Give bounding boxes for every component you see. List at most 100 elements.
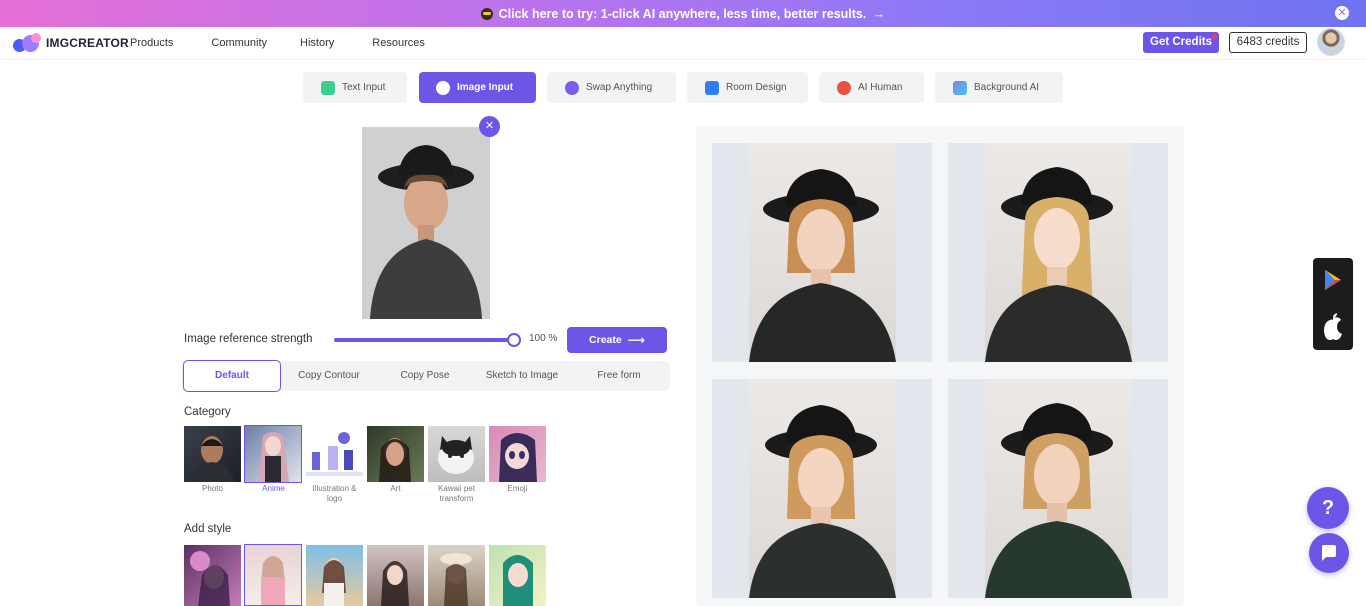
menu-community[interactable]: Community bbox=[211, 37, 267, 49]
tab-label: Background AI bbox=[974, 82, 1040, 93]
strength-value: 100 % bbox=[529, 333, 558, 344]
human-icon bbox=[837, 80, 851, 95]
category-label: Kawaii pet transform bbox=[438, 484, 475, 503]
style-item-selected[interactable] bbox=[244, 544, 302, 606]
tab-background-ai[interactable]: Background AI bbox=[935, 72, 1063, 103]
slider-fill bbox=[334, 338, 514, 342]
style-thumbnail bbox=[503, 555, 533, 606]
result-image[interactable] bbox=[749, 143, 896, 362]
category-label: Illustration & logo bbox=[312, 484, 357, 503]
tab-label: AI Human bbox=[858, 82, 903, 93]
mode-copy-pose[interactable]: Copy Pose bbox=[378, 361, 472, 391]
anime-portrait bbox=[749, 405, 896, 598]
mode-free-form[interactable]: Free form bbox=[572, 361, 666, 391]
logo-icon bbox=[13, 33, 42, 53]
house-icon bbox=[705, 80, 719, 95]
category-kawaii-pet[interactable] bbox=[428, 426, 485, 482]
style-item[interactable] bbox=[306, 545, 363, 606]
menu-resources[interactable]: Resources bbox=[372, 37, 425, 49]
emoji-thumbnail bbox=[499, 433, 537, 482]
chat-icon bbox=[1322, 545, 1336, 561]
tab-image-input[interactable]: Image Input bbox=[419, 72, 536, 103]
category-anime[interactable] bbox=[244, 425, 302, 483]
tab-label: Text Input bbox=[342, 82, 386, 93]
mode-default[interactable]: Default bbox=[183, 360, 281, 392]
result-card[interactable] bbox=[712, 143, 932, 362]
results-panel bbox=[696, 126, 1184, 606]
bee-icon bbox=[480, 7, 493, 20]
style-thumbnail bbox=[190, 551, 230, 606]
mode-selector: Default Copy Contour Copy Pose Sketch to… bbox=[182, 360, 670, 392]
chat-button[interactable] bbox=[1309, 533, 1349, 573]
close-banner-icon[interactable]: ✕ bbox=[1335, 6, 1349, 20]
user-avatar[interactable] bbox=[1317, 28, 1345, 56]
style-thumbnail bbox=[261, 555, 285, 605]
tab-text-input[interactable]: Text Input bbox=[303, 72, 407, 103]
get-credits-button[interactable]: Get Credits bbox=[1143, 32, 1219, 53]
promo-text[interactable]: Click here to try: 1-click AI anywhere, … bbox=[499, 7, 867, 21]
remove-image-button[interactable]: ✕ bbox=[479, 116, 500, 137]
anime-thumbnail bbox=[259, 432, 289, 482]
style-item[interactable] bbox=[184, 545, 241, 606]
mode-sketch-to-image[interactable]: Sketch to Image bbox=[474, 361, 570, 391]
result-card[interactable] bbox=[948, 379, 1168, 598]
anime-portrait bbox=[749, 169, 896, 362]
anime-portrait bbox=[985, 403, 1132, 598]
style-thumbnail bbox=[381, 561, 409, 606]
slider-handle[interactable] bbox=[507, 333, 521, 347]
style-thumbnail bbox=[322, 558, 346, 606]
style-item[interactable] bbox=[428, 545, 485, 606]
tab-label: Image Input bbox=[457, 82, 514, 93]
style-thumbnail bbox=[440, 553, 472, 606]
category-illustration[interactable] bbox=[306, 426, 363, 482]
app-download-panel bbox=[1313, 258, 1353, 350]
question-icon: ? bbox=[1321, 497, 1335, 519]
google-play-icon[interactable] bbox=[1325, 270, 1341, 290]
help-button[interactable]: ? bbox=[1307, 487, 1349, 529]
result-image[interactable] bbox=[985, 379, 1132, 598]
logo-text: IMGCREATOR bbox=[46, 36, 129, 50]
tab-swap-anything[interactable]: Swap Anything bbox=[547, 72, 676, 103]
credits-balance[interactable]: 6483 credits bbox=[1229, 32, 1307, 53]
promo-banner[interactable]: Click here to try: 1-click AI anywhere, … bbox=[0, 0, 1366, 27]
result-image[interactable] bbox=[985, 143, 1132, 362]
category-label: Photo bbox=[202, 484, 223, 493]
mode-copy-contour[interactable]: Copy Contour bbox=[282, 361, 376, 391]
category-label: Emoji bbox=[507, 484, 528, 493]
pet-thumbnail bbox=[438, 436, 474, 474]
notification-dot bbox=[1212, 34, 1217, 39]
tab-label: Swap Anything bbox=[586, 82, 653, 93]
result-card[interactable] bbox=[712, 379, 932, 598]
result-card[interactable] bbox=[948, 143, 1168, 362]
menu-history[interactable]: History bbox=[300, 37, 334, 49]
strength-label: Image reference strength bbox=[184, 333, 313, 345]
category-emoji[interactable] bbox=[489, 426, 546, 482]
category-photo[interactable] bbox=[184, 426, 241, 482]
illustration-thumbnail bbox=[306, 432, 363, 476]
category-art[interactable] bbox=[367, 426, 424, 482]
arrow-right-icon: ⟶ bbox=[627, 333, 645, 347]
tab-label: Room Design bbox=[726, 82, 787, 93]
swap-icon bbox=[565, 80, 579, 95]
category-label: Art bbox=[390, 484, 401, 493]
logo[interactable]: IMGCREATOR bbox=[13, 33, 129, 53]
uploaded-portrait bbox=[362, 127, 490, 319]
add-style-title: Add style bbox=[184, 523, 232, 535]
style-item[interactable] bbox=[489, 545, 546, 606]
style-item[interactable] bbox=[367, 545, 424, 606]
apple-icon[interactable] bbox=[1324, 313, 1342, 340]
create-button[interactable]: Create ⟶ bbox=[567, 327, 667, 353]
art-thumbnail bbox=[379, 438, 411, 482]
photo-thumbnail bbox=[190, 436, 234, 482]
tab-room-design[interactable]: Room Design bbox=[687, 72, 808, 103]
get-credits-label: Get Credits bbox=[1150, 36, 1212, 48]
tab-ai-human[interactable]: AI Human bbox=[819, 72, 924, 103]
strength-slider[interactable] bbox=[334, 333, 521, 347]
anime-portrait bbox=[985, 167, 1132, 362]
result-image[interactable] bbox=[749, 379, 896, 598]
text-icon bbox=[321, 80, 335, 95]
main-menu: Products Community History Resources bbox=[130, 37, 463, 49]
top-navbar: IMGCREATOR Products Community History Re… bbox=[0, 27, 1366, 60]
menu-products[interactable]: Products bbox=[130, 37, 173, 49]
uploaded-image[interactable] bbox=[362, 127, 490, 319]
